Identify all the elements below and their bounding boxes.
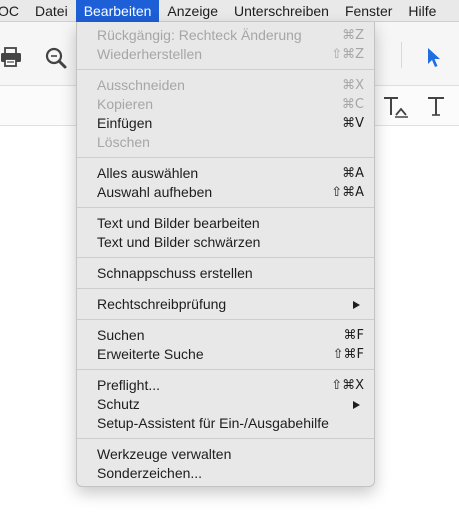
- menu-item-undo[interactable]: Rückgängig: Rechteck Änderung ⌘Z: [77, 26, 374, 45]
- menu-item-label: Text und Bilder bearbeiten: [97, 215, 260, 231]
- menubar-hilfe[interactable]: Hilfe: [400, 0, 444, 22]
- text-edit-icon[interactable]: [382, 95, 410, 119]
- menu-item-shortcut: ⌘X: [342, 78, 364, 93]
- menu-item-advanced-search[interactable]: Erweiterte Suche ⇧⌘F: [77, 345, 374, 364]
- menu-item-label: Löschen: [97, 134, 150, 150]
- submenu-arrow-icon: [353, 401, 360, 409]
- menu-item-redo[interactable]: Wiederherstellen ⇧⌘Z: [77, 45, 374, 64]
- menu-item-label: Schnappschuss erstellen: [97, 265, 253, 281]
- menu-item-label: Rechtschreibprüfung: [97, 296, 227, 312]
- menu-separator: [77, 319, 374, 320]
- menu-item-deselect[interactable]: Auswahl aufheben ⇧⌘A: [77, 183, 374, 202]
- text-icon[interactable]: [426, 95, 446, 117]
- menu-separator: [77, 369, 374, 370]
- menu-item-label: Rückgängig: Rechteck Änderung: [97, 27, 302, 43]
- menu-item-shortcut: ⌘C: [341, 97, 364, 112]
- menu-item-special-characters[interactable]: Sonderzeichen...: [77, 464, 374, 483]
- menu-separator: [77, 257, 374, 258]
- menu-item-label: Erweiterte Suche: [97, 346, 204, 362]
- menu-item-manage-tools[interactable]: Werkzeuge verwalten: [77, 445, 374, 464]
- menu-item-copy[interactable]: Kopieren ⌘C: [77, 95, 374, 114]
- menubar-datei[interactable]: Datei: [27, 0, 76, 22]
- menu-item-cut[interactable]: Ausschneiden ⌘X: [77, 76, 374, 95]
- menu-item-shortcut: ⇧⌘F: [332, 347, 364, 362]
- pointer-icon[interactable]: [426, 47, 442, 69]
- menu-item-label: Schutz: [97, 396, 140, 412]
- menu-item-shortcut: ⌘F: [343, 328, 364, 343]
- print-icon[interactable]: [0, 46, 22, 68]
- menu-item-shortcut: ⇧⌘Z: [331, 47, 364, 62]
- menu-item-find[interactable]: Suchen ⌘F: [77, 326, 374, 345]
- menu-item-spellcheck[interactable]: Rechtschreibprüfung: [77, 295, 374, 314]
- menu-item-snapshot[interactable]: Schnappschuss erstellen: [77, 264, 374, 283]
- menu-separator: [77, 288, 374, 289]
- zoom-icon[interactable]: [44, 46, 68, 70]
- menu-item-label: Sonderzeichen...: [97, 465, 203, 481]
- menubar-unterschreiben[interactable]: Unterschreiben: [226, 0, 337, 22]
- menu-item-label: Setup-Assistent für Ein-/Ausgabehilfe: [97, 415, 329, 431]
- menu-item-edit-text-images[interactable]: Text und Bilder bearbeiten: [77, 214, 374, 233]
- menu-item-shortcut: ⌘Z: [342, 28, 364, 43]
- menu-separator: [77, 69, 374, 70]
- menu-separator: [77, 157, 374, 158]
- menu-item-preflight[interactable]: Preflight... ⇧⌘X: [77, 376, 374, 395]
- menu-item-label: Suchen: [97, 327, 145, 343]
- submenu-arrow-icon: [353, 301, 360, 309]
- menu-separator: [77, 438, 374, 439]
- menu-item-label: Werkzeuge verwalten: [97, 446, 232, 462]
- menu-item-label: Auswahl aufheben: [97, 184, 213, 200]
- menu-item-accessibility-setup[interactable]: Setup-Assistent für Ein-/Ausgabehilfe: [77, 414, 374, 433]
- menu-item-shortcut: ⌘A: [342, 166, 364, 181]
- menubar-fenster[interactable]: Fenster: [337, 0, 400, 22]
- menu-item-shortcut: ⇧⌘X: [331, 378, 364, 393]
- menu-item-protection[interactable]: Schutz: [77, 395, 374, 414]
- menu-item-paste[interactable]: Einfügen ⌘V: [77, 114, 374, 133]
- menubar-app-menu[interactable]: OC: [0, 0, 27, 22]
- menu-item-select-all[interactable]: Alles auswählen ⌘A: [77, 164, 374, 183]
- menubar-anzeige[interactable]: Anzeige: [159, 0, 226, 22]
- menu-separator: [77, 207, 374, 208]
- menu-item-shortcut: ⌘V: [342, 116, 364, 131]
- menu-item-label: Wiederherstellen: [97, 46, 203, 62]
- menubar-bearbeiten[interactable]: Bearbeiten: [75, 0, 160, 22]
- menu-item-label: Kopieren: [97, 96, 154, 112]
- menu-item-delete[interactable]: Löschen: [77, 133, 374, 152]
- menu-item-label: Text und Bilder schwärzen: [97, 234, 261, 250]
- menu-item-label: Einfügen: [97, 115, 153, 131]
- menu-item-label: Ausschneiden: [97, 77, 185, 93]
- menu-bar: OC Datei Bearbeiten Anzeige Unterschreib…: [0, 0, 459, 22]
- menu-item-shortcut: ⇧⌘A: [331, 185, 364, 200]
- edit-menu: Rückgängig: Rechteck Änderung ⌘Z Wiederh…: [76, 22, 375, 487]
- menu-item-label: Alles auswählen: [97, 165, 199, 181]
- menu-item-redact-text-images[interactable]: Text und Bilder schwärzen: [77, 233, 374, 252]
- menu-item-label: Preflight...: [97, 377, 161, 393]
- toolbar-divider: [401, 42, 402, 68]
